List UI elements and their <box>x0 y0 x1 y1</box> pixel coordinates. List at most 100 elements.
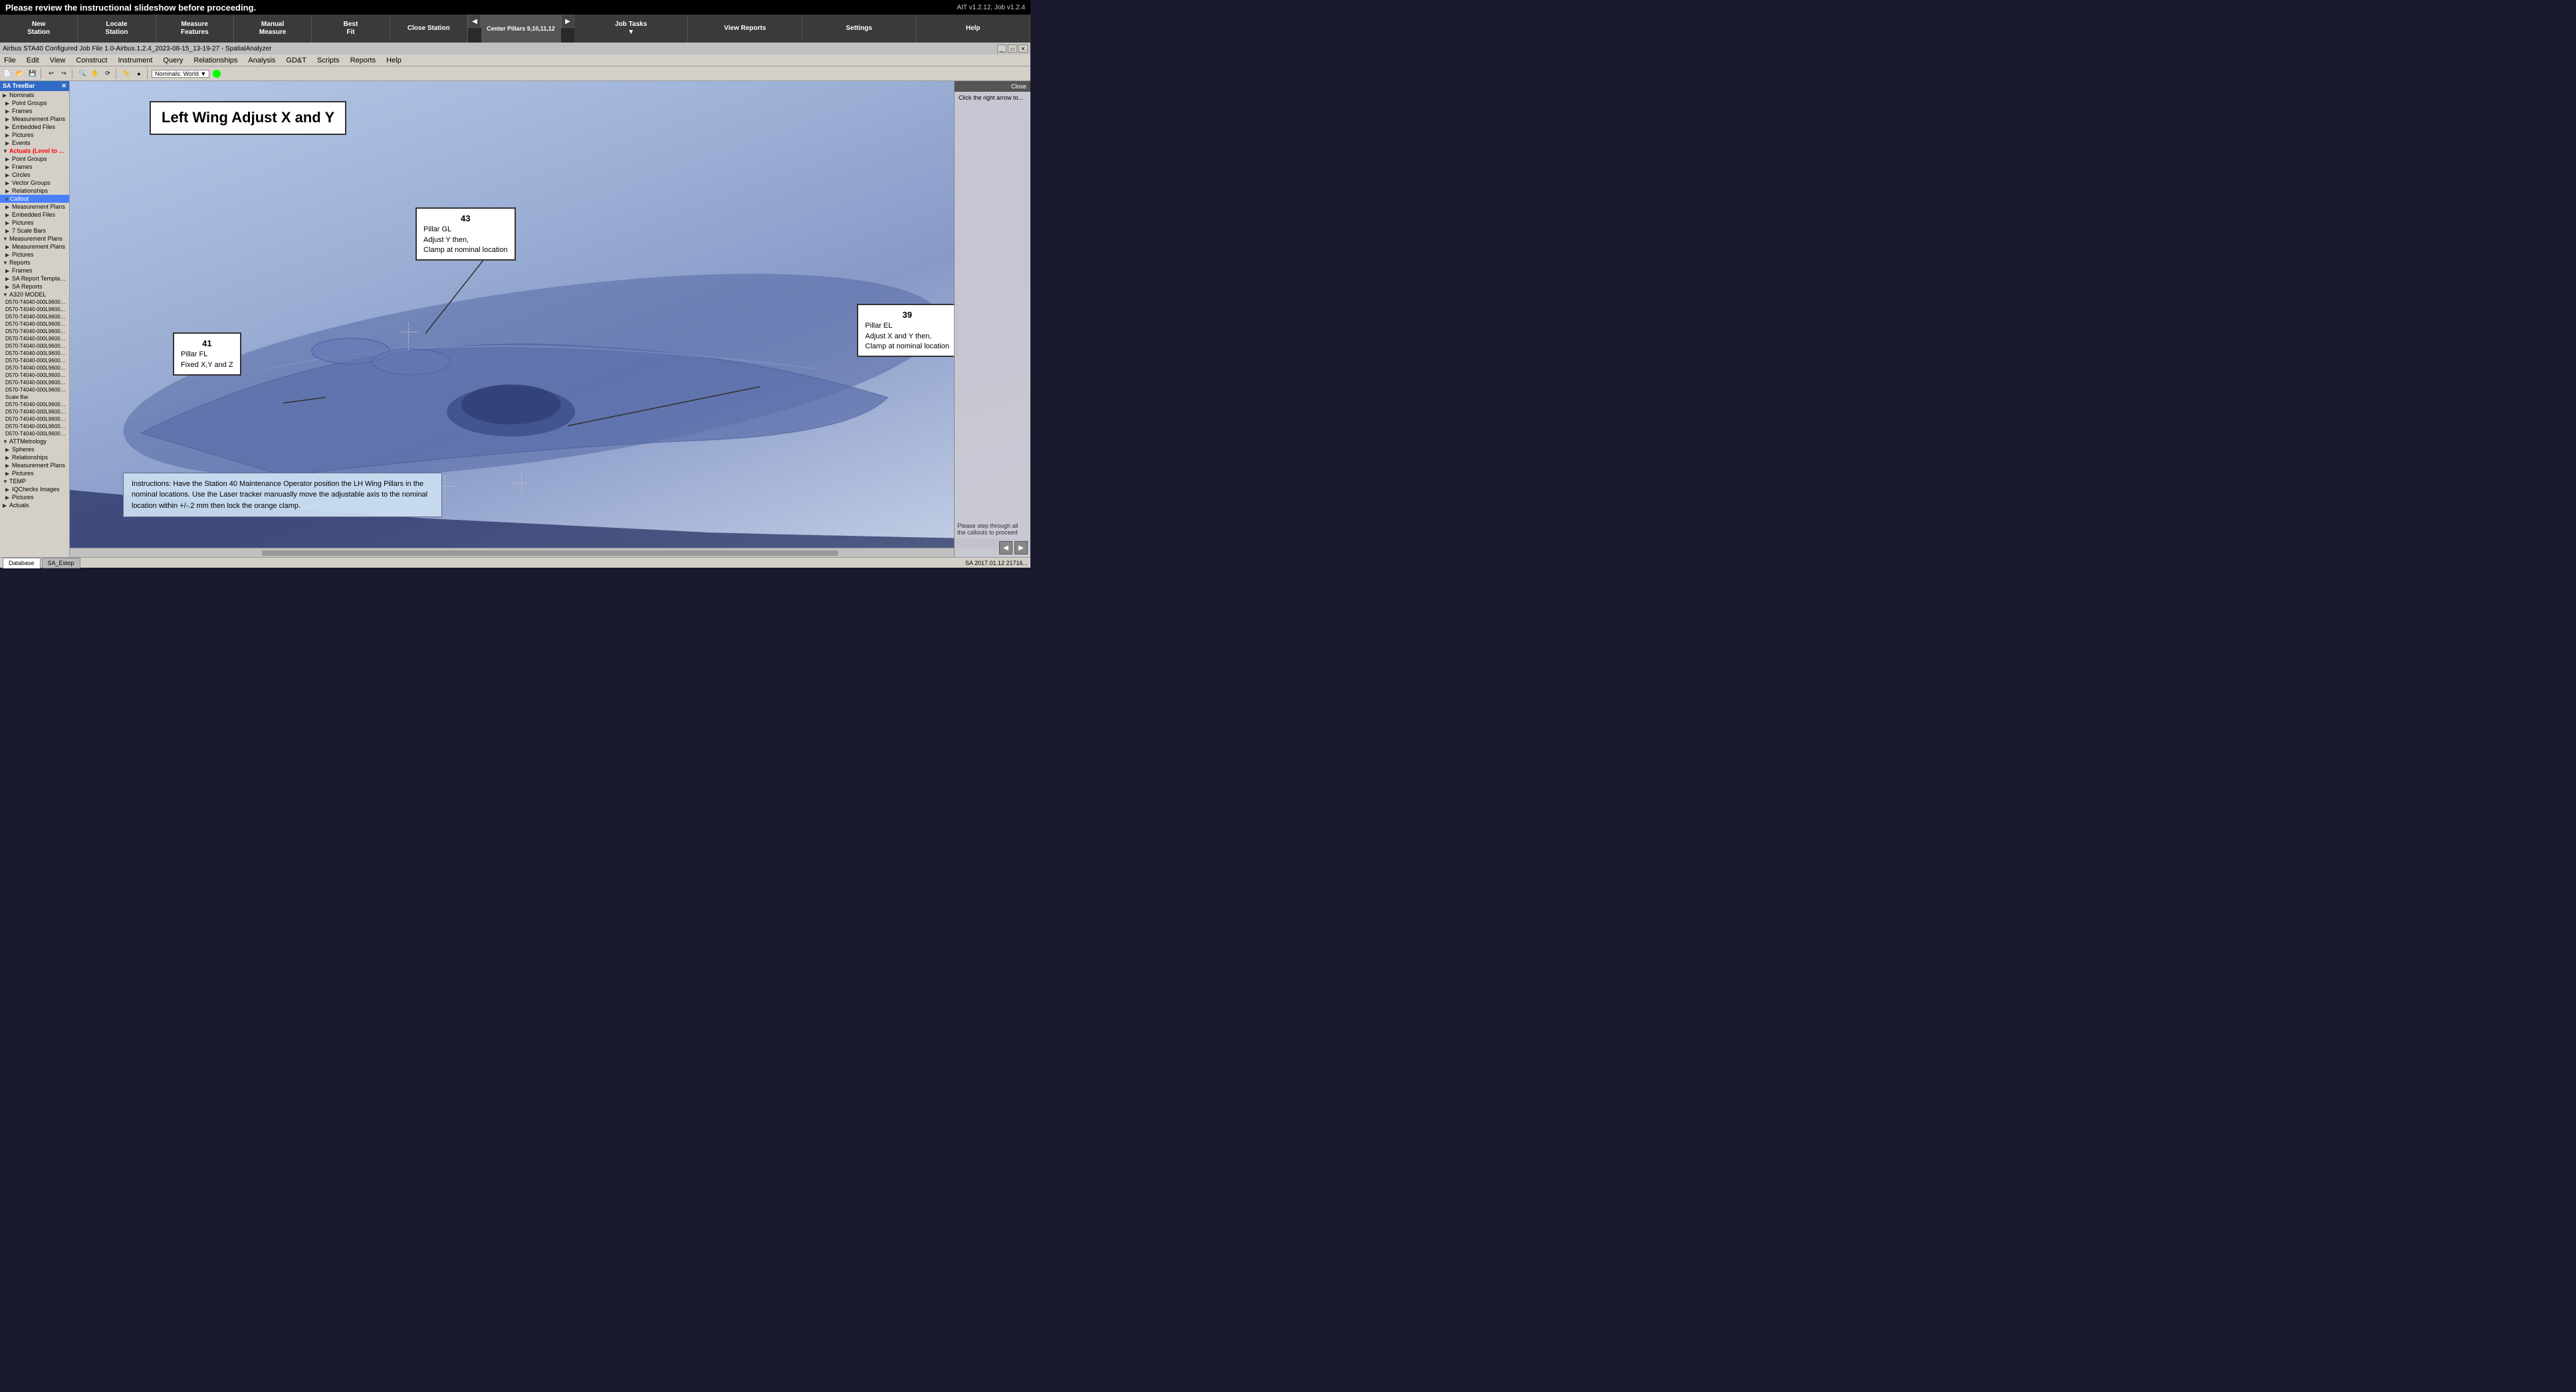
menu-help[interactable]: Help <box>384 56 404 65</box>
tree-d570-7[interactable]: D570-T4040-000L9600-32-00 <box>0 342 69 350</box>
viewport-scrollbar[interactable] <box>70 548 1030 557</box>
tree-pictures-5[interactable]: ▶ Pictures <box>0 493 69 501</box>
menu-file[interactable]: File <box>1 56 19 65</box>
menu-gdnt[interactable]: GD&T <box>283 56 309 65</box>
new-file-icon[interactable]: 📄 <box>1 68 13 80</box>
tree-reports[interactable]: ▼ Reports <box>0 259 69 267</box>
tree-scale-bar-item[interactable]: Scale Bar <box>0 394 69 401</box>
tree-nominals[interactable]: ▶ Nominals <box>0 91 69 99</box>
menu-reports[interactable]: Reports <box>348 56 379 65</box>
tree-d570-12[interactable]: D570-T4040-000L9600-32-00 <box>0 379 69 386</box>
tree-meas-plans-1[interactable]: ▶ Measurement Plans <box>0 115 69 123</box>
tree-meas-plans-3[interactable]: ▶ Measurement Plans <box>0 243 69 251</box>
tree-meas-plans-4[interactable]: ▶ Measurement Plans <box>0 461 69 469</box>
rop-close-btn[interactable]: Close <box>1011 83 1026 90</box>
tree-frames-1[interactable]: ▶ Frames <box>0 107 69 115</box>
undo-icon[interactable]: ↩ <box>45 68 57 80</box>
open-file-icon[interactable]: 📂 <box>14 68 26 80</box>
menu-analysis[interactable]: Analysis <box>245 56 278 65</box>
tree-sa-reports[interactable]: ▶ SA Reports <box>0 283 69 290</box>
tree-temp[interactable]: ▼ TEMP <box>0 477 69 485</box>
tree-actuals[interactable]: ▼ Actuals (Level to Gravity) <box>0 147 69 155</box>
tree-d570-16[interactable]: D570-T4040-000L9600-32-00 <box>0 415 69 423</box>
redo-icon[interactable]: ↪ <box>58 68 70 80</box>
tree-attmetrology[interactable]: ▼ ATTMetrology <box>0 437 69 445</box>
tree-d570-6[interactable]: D570-T4040-000L9600-32-00 <box>0 335 69 342</box>
window-close-button[interactable]: ✕ <box>1018 45 1028 53</box>
nav-right-arrow[interactable]: ▶ <box>561 15 574 28</box>
center-pillars-button[interactable]: Center Pillars 9,10,11,12 <box>481 15 561 43</box>
nav-left-arrow[interactable]: ◀ <box>468 15 481 28</box>
zoom-icon[interactable]: 🔍 <box>76 68 88 80</box>
point-icon[interactable]: ● <box>133 68 145 80</box>
view-reports-button[interactable]: View Reports <box>688 15 802 43</box>
tree-relationships-2[interactable]: ▶ Relationships <box>0 453 69 461</box>
tree-meas-plans-top[interactable]: ▼ Measurement Plans <box>0 235 69 243</box>
tree-frames-2[interactable]: ▶ Frames <box>0 163 69 171</box>
tree-d570-8[interactable]: D570-T4040-000L9600-32-00 <box>0 350 69 357</box>
menu-scripts[interactable]: Scripts <box>314 56 342 65</box>
tree-d570-17[interactable]: D570-T4040-000L9600-32-00 <box>0 423 69 430</box>
tree-embedded-2[interactable]: ▶ Embedded Files <box>0 211 69 219</box>
tree-embedded-1[interactable]: ▶ Embedded Files <box>0 123 69 131</box>
tree-sa-report-templates[interactable]: ▶ SA Report Templates <box>0 275 69 283</box>
tree-relationships-1[interactable]: ▶ Relationships <box>0 187 69 195</box>
tree-pictures-1[interactable]: ▶ Pictures <box>0 131 69 139</box>
manual-measure-button[interactable]: ManualMeasure <box>234 15 312 43</box>
tree-point-groups-1[interactable]: ▶ Point Groups <box>0 99 69 107</box>
tree-actuals-bottom[interactable]: ▶ Actuals <box>0 501 69 509</box>
tree-d570-2[interactable]: D570-T4040-000L9600-32-00 <box>0 306 69 313</box>
tree-iqchecks[interactable]: ▶ IQChecks Images <box>0 485 69 493</box>
viewport[interactable]: Left Wing Adjust X and Y 43 Pillar GL Ad… <box>70 81 1030 557</box>
tree-d570-11[interactable]: D570-T4040-000L9600-32-00 <box>0 372 69 379</box>
menu-query[interactable]: Query <box>160 56 185 65</box>
pan-icon[interactable]: ✋ <box>89 68 101 80</box>
tree-events-1[interactable]: ▶ Events <box>0 139 69 147</box>
tree-a320-model[interactable]: ▼ A320 MODEL <box>0 290 69 298</box>
tree-d570-15[interactable]: D570-T4040-000L9600-32-00 <box>0 408 69 415</box>
menu-construct[interactable]: Construct <box>73 56 110 65</box>
tree-scale-bars[interactable]: ▶ 7 Scale Bars <box>0 227 69 235</box>
measure-icon[interactable]: 📏 <box>120 68 132 80</box>
menu-edit[interactable]: Edit <box>24 56 42 65</box>
menu-relationships[interactable]: Relationships <box>191 56 240 65</box>
settings-button[interactable]: Settings <box>802 15 917 43</box>
minimize-button[interactable]: _ <box>997 45 1006 53</box>
tree-pictures-4[interactable]: ▶ Pictures <box>0 469 69 477</box>
tree-d570-5[interactable]: D570-T4040-000L9600-32-00 <box>0 328 69 335</box>
new-station-button[interactable]: NewStation <box>0 15 78 43</box>
sidebar-close[interactable]: ✕ <box>61 82 66 90</box>
tree-d570-13[interactable]: D570-T4040-000L9600-32-00 <box>0 386 69 394</box>
tree-pictures-3[interactable]: ▶ Pictures <box>0 251 69 259</box>
job-tasks-button[interactable]: Job Tasks ▼ <box>574 15 689 43</box>
tree-meas-plans-2[interactable]: ▶ Measurement Plans <box>0 203 69 211</box>
tree-d570-14[interactable]: D570-T4040-000L9600-32-00 <box>0 401 69 408</box>
tree-pictures-2[interactable]: ▶ Pictures <box>0 219 69 227</box>
tree-spheres[interactable]: ▶ Spheres <box>0 445 69 453</box>
tree-point-groups-2[interactable]: ▶ Point Groups <box>0 155 69 163</box>
tree-frames-3[interactable]: ▶ Frames <box>0 267 69 275</box>
save-icon[interactable]: 💾 <box>27 68 39 80</box>
locate-station-button[interactable]: LocateStation <box>78 15 156 43</box>
tree-vector-groups[interactable]: ▶ Vector Groups <box>0 179 69 187</box>
rotate-icon[interactable]: ⟳ <box>102 68 114 80</box>
tree-callout[interactable]: ■ Callout <box>0 195 69 203</box>
menu-instrument[interactable]: Instrument <box>115 56 155 65</box>
database-tab[interactable]: Database <box>3 558 41 568</box>
tree-d570-10[interactable]: D570-T4040-000L9600-32-00 <box>0 364 69 372</box>
tree-d570-1[interactable]: D570-T4040-000L9600-32-00 <box>0 298 69 306</box>
tree-d570-9[interactable]: D570-T4040-000L9600-32-00 <box>0 357 69 364</box>
rop-prev-arrow[interactable]: ◀ <box>999 541 1012 554</box>
menu-view[interactable]: View <box>47 56 68 65</box>
close-station-button[interactable]: Close Station <box>390 15 468 43</box>
tree-circles[interactable]: ▶ Circles <box>0 171 69 179</box>
sa-estop-tab[interactable]: SA_Estop <box>42 558 80 568</box>
measure-features-button[interactable]: MeasureFeatures <box>156 15 234 43</box>
best-fit-button[interactable]: BestFit <box>312 15 390 43</box>
restore-button[interactable]: ▭ <box>1008 45 1017 53</box>
help-button[interactable]: Help <box>916 15 1030 43</box>
rop-next-arrow[interactable]: ▶ <box>1014 541 1028 554</box>
nominal-dropdown[interactable]: Nominals: World ▼ <box>152 70 209 78</box>
tree-d570-4[interactable]: D570-T4040-000L9600-32-00 <box>0 320 69 328</box>
tree-d570-3[interactable]: D570-T4040-000L9600-32-00 <box>0 313 69 320</box>
